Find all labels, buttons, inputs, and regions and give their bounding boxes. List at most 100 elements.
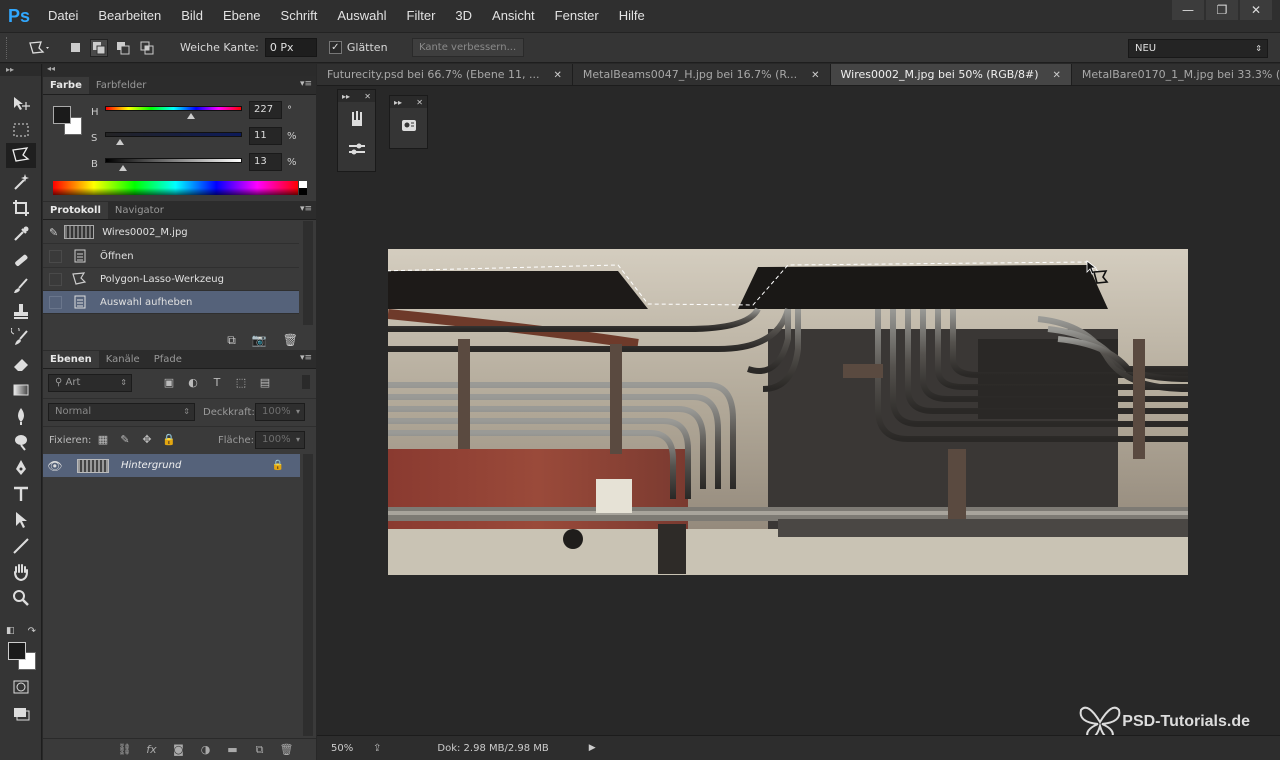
path-selection-tool[interactable] [6, 507, 36, 532]
history-step[interactable]: Polygon-Lasso-Werkzeug [43, 268, 299, 291]
blend-mode-select[interactable]: Normal ⇕ [48, 403, 195, 421]
lock-position-icon[interactable]: ✥ [140, 433, 154, 447]
history-snapshot[interactable]: ✎ Wires0002_M.jpg [43, 221, 299, 244]
layer-style-icon[interactable]: fx [138, 743, 165, 756]
brush-tool[interactable] [6, 273, 36, 298]
menu-auswahl[interactable]: Auswahl [327, 0, 396, 32]
tab-ebenen[interactable]: Ebenen [43, 351, 99, 368]
clone-source-button[interactable] [395, 112, 423, 138]
tab-kanaele[interactable]: Kanäle [99, 351, 147, 368]
close-icon[interactable]: ✕ [416, 98, 423, 107]
expand-icon[interactable]: ▸▸ [342, 92, 350, 101]
new-selection-button[interactable] [66, 39, 84, 57]
history-source-checkbox[interactable] [49, 272, 62, 286]
trash-icon[interactable]: 🗑 [283, 333, 298, 347]
move-tool[interactable] [6, 91, 36, 116]
close-icon[interactable]: ✕ [811, 70, 819, 81]
new-layer-icon[interactable]: ⧉ [246, 743, 273, 757]
hue-track[interactable] [105, 106, 242, 111]
trash-icon[interactable]: 🗑 [273, 743, 300, 756]
add-selection-button[interactable] [90, 38, 108, 57]
hue-value-input[interactable]: 227 [249, 101, 282, 119]
tools-collapse-toggle[interactable]: ▸▸ [0, 64, 41, 76]
pixel-layer-filter-icon[interactable]: ▣ [161, 376, 177, 390]
default-colors-icon[interactable]: ◧ [6, 626, 15, 638]
tab-pfade[interactable]: Pfade [147, 351, 189, 368]
line-tool[interactable] [6, 533, 36, 558]
share-icon[interactable]: ⇪ [373, 743, 381, 754]
new-document-from-state-icon[interactable]: ⧉ [227, 333, 236, 348]
status-menu-arrow-icon[interactable]: ▶ [589, 743, 596, 753]
menu-hilfe[interactable]: Hilfe [609, 0, 655, 32]
brush-presets-button[interactable] [343, 106, 371, 132]
tool-presets-button[interactable] [343, 136, 371, 162]
new-group-icon[interactable]: ▬ [219, 743, 246, 756]
close-button[interactable]: ✕ [1240, 0, 1272, 20]
history-step[interactable]: Öffnen [43, 245, 299, 268]
crop-tool[interactable] [6, 195, 36, 220]
layer-filter-select[interactable]: ⚲ Art ⇕ [48, 374, 132, 392]
intersect-selection-button[interactable] [138, 39, 156, 57]
snapshot-camera-icon[interactable]: 📷 [252, 333, 267, 347]
lock-transparency-icon[interactable]: ▦ [96, 433, 110, 447]
pen-tool[interactable] [6, 455, 36, 480]
zoom-tool[interactable] [6, 585, 36, 610]
type-tool[interactable] [6, 481, 36, 506]
tab-farbe[interactable]: Farbe [43, 77, 89, 94]
panel-menu-icon[interactable]: ▾≡ [300, 353, 312, 363]
minimize-button[interactable]: — [1172, 0, 1204, 20]
tab-navigator[interactable]: Navigator [108, 202, 171, 219]
menu-filter[interactable]: Filter [397, 0, 446, 32]
menu-ansicht[interactable]: Ansicht [482, 0, 545, 32]
quick-mask-button[interactable] [6, 674, 36, 699]
panel-foreground-swatch[interactable] [53, 106, 71, 124]
eye-icon[interactable]: 👁 [43, 459, 67, 473]
refine-edge-button[interactable]: Kante verbessern... [411, 38, 524, 57]
opacity-input[interactable]: 100% ▾ [255, 403, 305, 421]
close-icon[interactable]: ✕ [1052, 70, 1060, 81]
close-icon[interactable]: ✕ [554, 70, 562, 81]
floating-panel-header[interactable]: ▸▸ ✕ [338, 90, 375, 102]
document-tab[interactable]: Futurecity.psd bei 66.7% (Ebene 11, ... ✕ [317, 64, 573, 85]
eyedropper-tool[interactable] [6, 221, 36, 246]
saturation-track[interactable] [105, 132, 242, 137]
subtract-selection-button[interactable] [114, 39, 132, 57]
gradient-tool[interactable] [6, 377, 36, 402]
feather-input[interactable]: 0 Px [264, 38, 317, 57]
history-brush-tool[interactable] [6, 325, 36, 350]
document-tab[interactable]: MetalBare0170_1_M.jpg bei 33.3% (...✕ [1071, 64, 1280, 85]
tool-preset-picker[interactable] [28, 40, 50, 56]
smart-object-filter-icon[interactable]: ▤ [257, 376, 273, 390]
adjustment-layer-filter-icon[interactable]: ◐ [185, 376, 201, 390]
menu-fenster[interactable]: Fenster [545, 0, 609, 32]
link-layers-icon[interactable]: ⛓ [111, 743, 138, 756]
blur-tool[interactable] [6, 403, 36, 428]
document-tab[interactable]: MetalBeams0047_H.jpg bei 16.7% (R... ✕ [572, 64, 831, 85]
saturation-value-input[interactable]: 11 [249, 127, 282, 145]
eraser-tool[interactable] [6, 351, 36, 376]
shape-layer-filter-icon[interactable]: ⬚ [233, 376, 249, 390]
swap-colors-icon[interactable]: ↷ [28, 626, 36, 638]
menu-schrift[interactable]: Schrift [271, 0, 328, 32]
dodge-tool[interactable] [6, 429, 36, 454]
add-mask-icon[interactable]: ◙ [165, 743, 192, 756]
menu-bild[interactable]: Bild [171, 0, 213, 32]
lock-all-icon[interactable]: 🔒 [162, 433, 176, 447]
history-source-checkbox[interactable] [49, 249, 62, 263]
menu-bearbeiten[interactable]: Bearbeiten [88, 0, 171, 32]
menu-ebene[interactable]: Ebene [213, 0, 271, 32]
type-layer-filter-icon[interactable]: T [209, 376, 225, 390]
fill-input[interactable]: 100% ▾ [255, 431, 305, 449]
menu-datei[interactable]: Datei [38, 0, 88, 32]
brightness-track[interactable] [105, 158, 242, 163]
adjustment-layer-icon[interactable]: ◑ [192, 743, 219, 756]
healing-brush-tool[interactable] [6, 247, 36, 272]
dock-collapse-bar[interactable]: ◂◂ [43, 64, 316, 76]
document-tab-active[interactable]: Wires0002_M.jpg bei 50% (RGB/8#) ✕ [830, 64, 1072, 85]
tab-protokoll[interactable]: Protokoll [43, 202, 108, 219]
lock-pixels-icon[interactable]: ✎ [118, 433, 132, 447]
screen-mode-button[interactable] [6, 700, 36, 725]
foreground-color-swatch[interactable] [8, 642, 26, 660]
polygon-lasso-tool[interactable] [6, 143, 36, 168]
history-source-checkbox[interactable] [49, 295, 62, 309]
